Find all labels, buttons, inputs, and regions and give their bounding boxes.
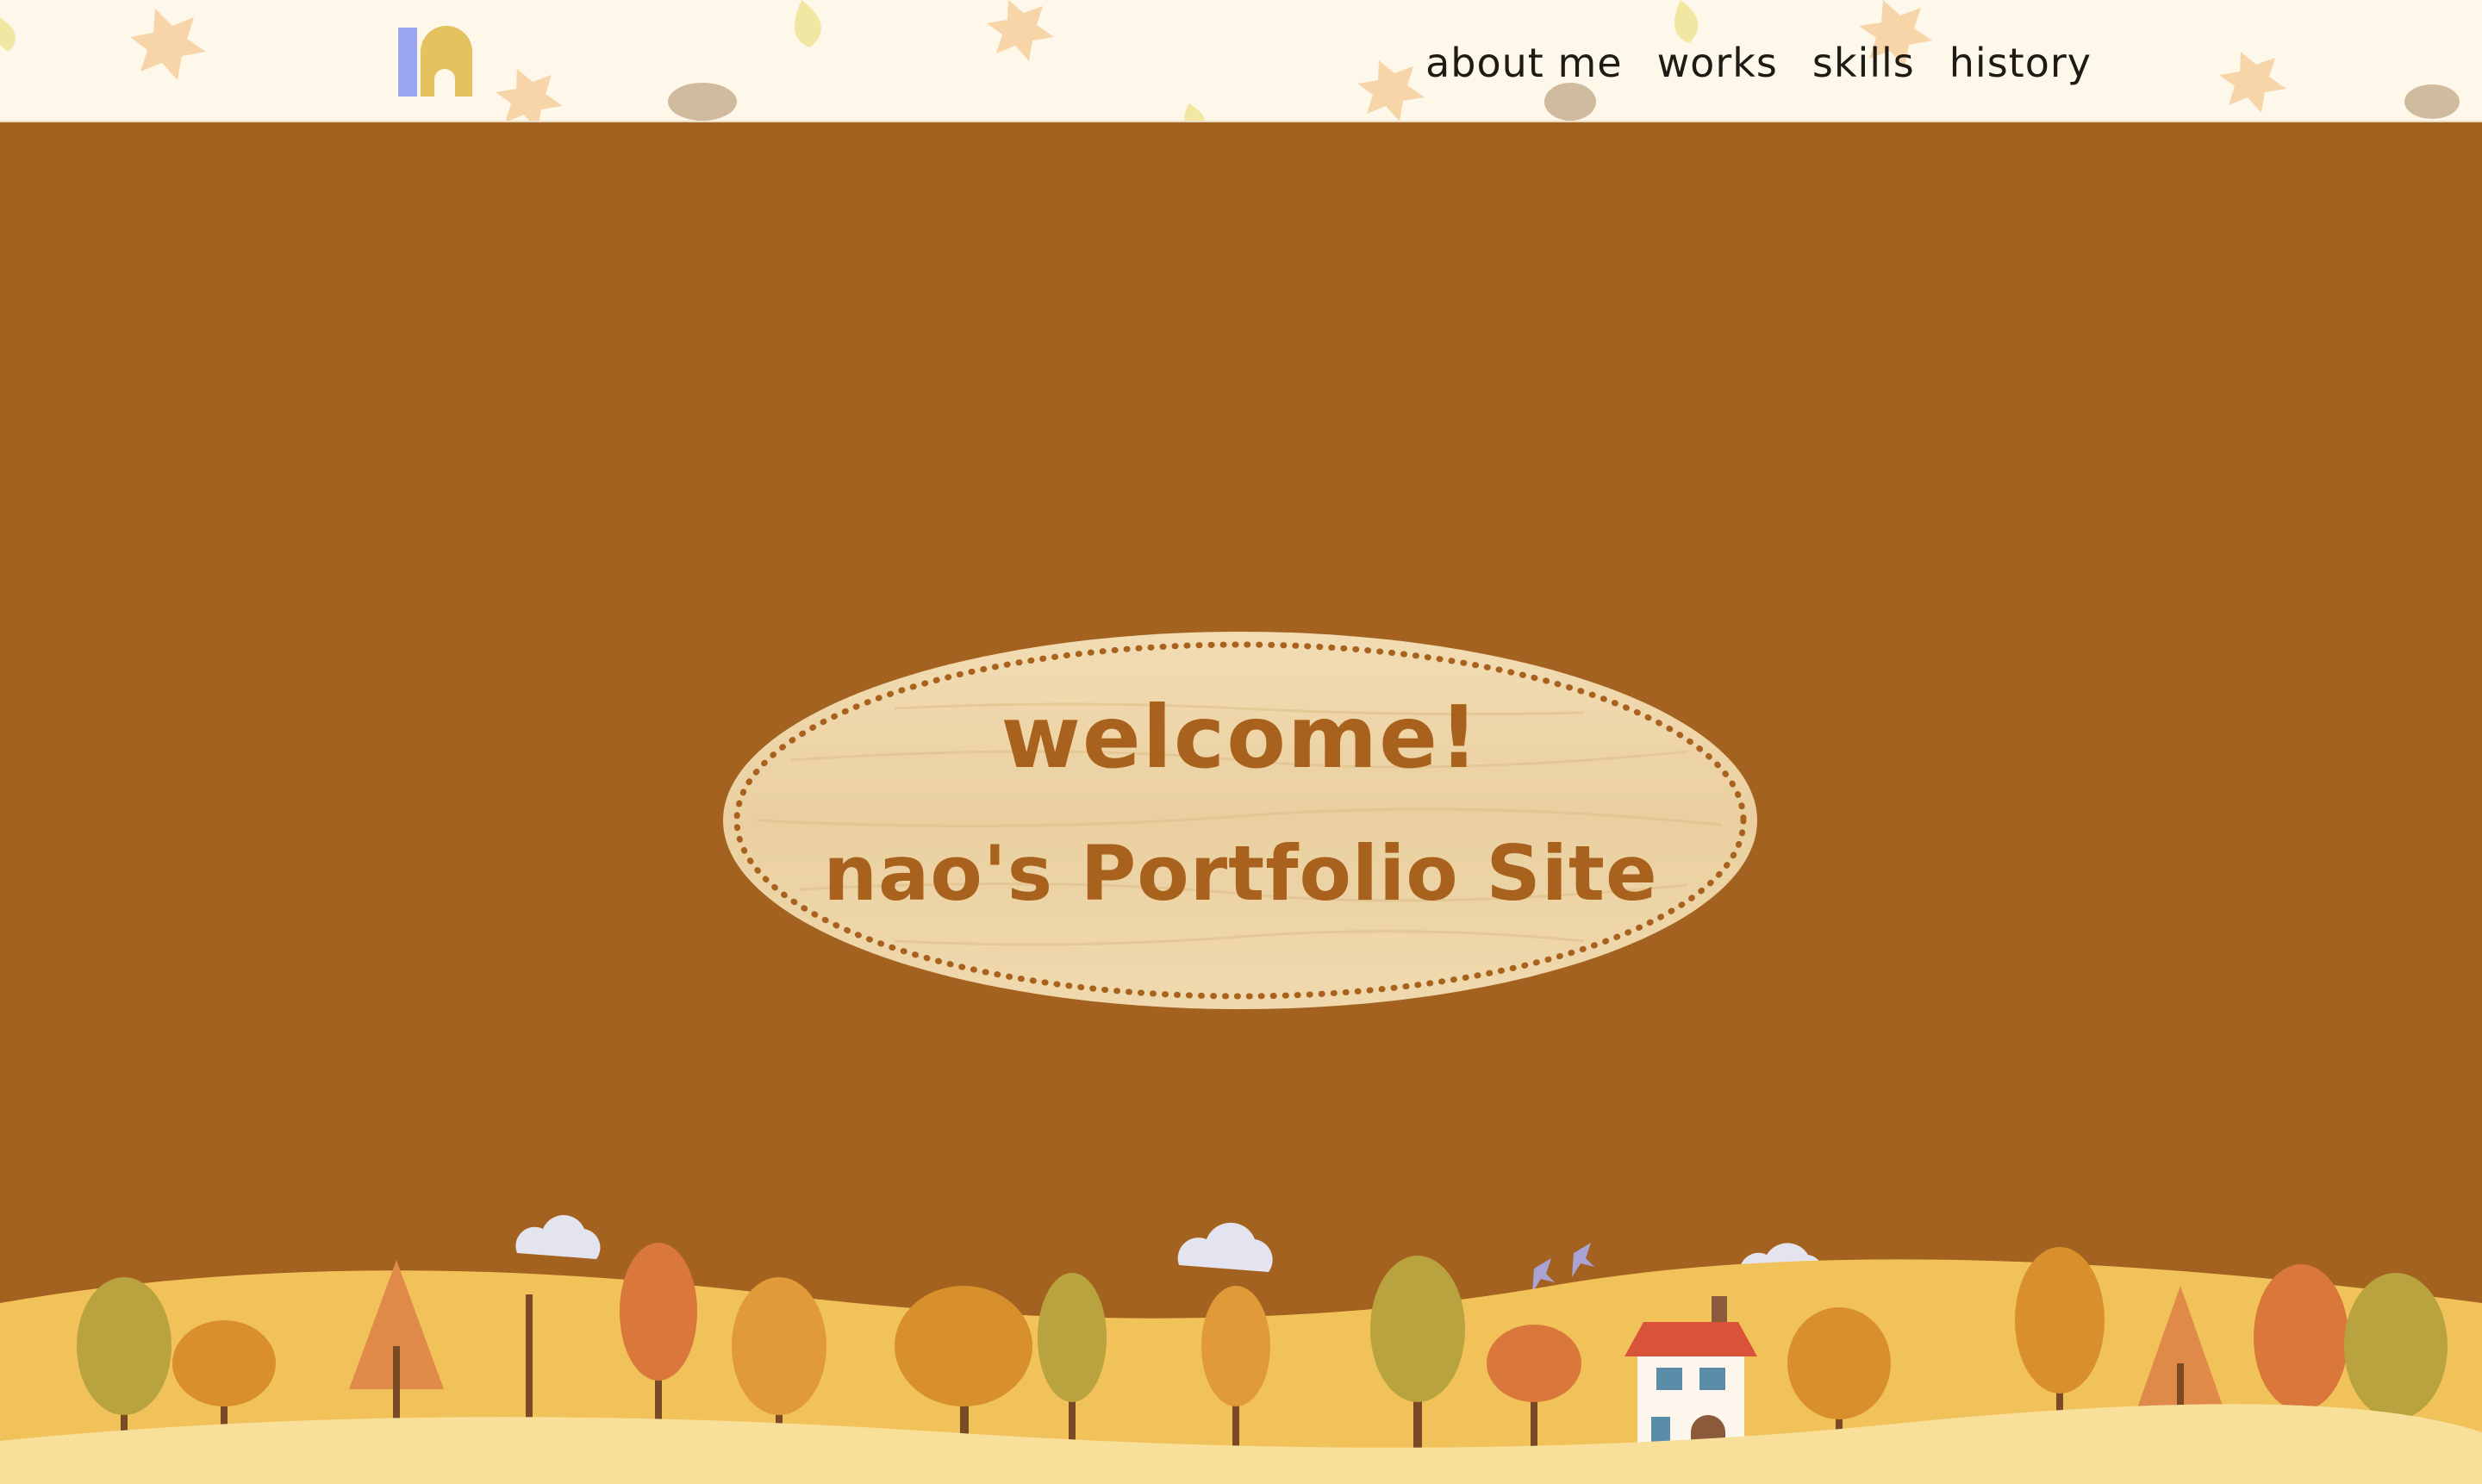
welcome-heading: welcome!	[1001, 687, 1481, 788]
welcome-sign: welcome! nao's Portfolio Site	[722, 631, 1759, 1010]
nav-skills[interactable]: skills	[1812, 33, 1915, 93]
nav-works[interactable]: works	[1657, 33, 1778, 93]
nav-history[interactable]: history	[1949, 33, 2092, 93]
n-logo-icon[interactable]	[396, 26, 476, 98]
hero-section: welcome! nao's Portfolio Site	[0, 122, 2482, 1484]
site-title: nao's Portfolio Site	[823, 829, 1658, 918]
main-nav: about me works skills history	[1425, 33, 2092, 93]
site-header: about me works skills history	[0, 0, 2482, 122]
nav-about-me[interactable]: about me	[1425, 33, 1622, 93]
autumn-forest-illustration	[0, 1215, 2482, 1484]
autumn-leaves-pattern	[0, 0, 2460, 121]
